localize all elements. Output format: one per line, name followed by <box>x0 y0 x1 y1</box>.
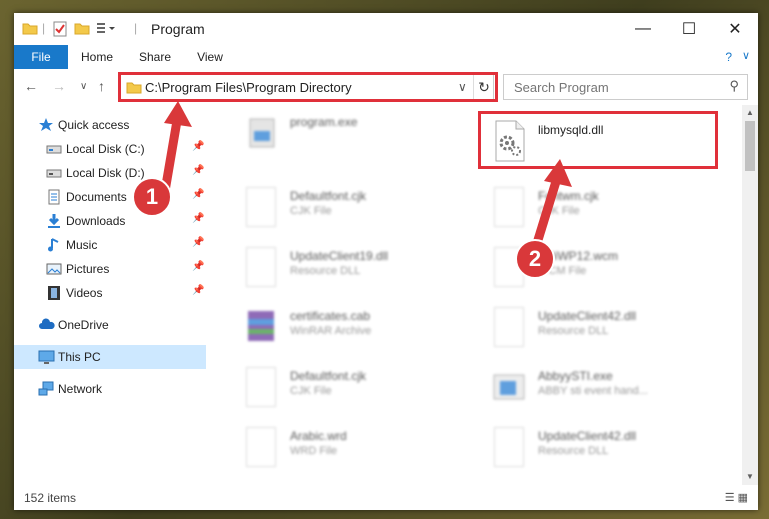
pin-icon[interactable]: 📌 <box>192 213 204 224</box>
step-1-badge: 1 <box>132 177 172 217</box>
videos-icon <box>46 285 62 301</box>
close-button[interactable]: ✕ <box>712 13 758 45</box>
pin-icon[interactable]: 📌 <box>192 285 204 296</box>
documents-icon <box>46 189 62 205</box>
sidebar-item-onedrive[interactable]: OneDrive <box>14 313 206 337</box>
view-toggle-icons[interactable]: ☰ ▦ <box>725 491 748 504</box>
sidebar-item-label: Quick access <box>58 118 130 132</box>
tab-view[interactable]: View <box>190 45 230 69</box>
expand-ribbon-icon[interactable]: ∨ <box>742 49 750 62</box>
list-item[interactable]: UpdateClient42.dll Resource DLL <box>490 427 730 487</box>
file-icon <box>242 367 282 415</box>
pc-icon <box>38 349 55 365</box>
customize-icon[interactable] <box>96 21 118 38</box>
list-item[interactable]: UpdateClient19.dll Resource DLL <box>242 247 482 307</box>
sidebar-item-this-pc[interactable]: This PC <box>14 345 206 369</box>
new-folder-icon[interactable] <box>74 21 90 38</box>
search-box[interactable]: ⚲ <box>503 74 748 100</box>
list-item[interactable]: Arabic.wrd WRD File <box>242 427 482 487</box>
forward-arrow-icon[interactable]: → <box>52 78 66 94</box>
window-title: Program <box>151 21 205 37</box>
pin-icon[interactable]: 📌 <box>192 261 204 272</box>
sidebar-item-label: Network <box>58 382 103 396</box>
sidebar-item-label: Local Disk (D:) <box>66 166 145 180</box>
list-item[interactable]: Defaultfont.cjk CJK File <box>242 187 482 247</box>
sidebar-item-network[interactable]: Network <box>14 377 206 401</box>
file-icon <box>242 427 282 475</box>
list-item[interactable]: UpdateClient42.dll Resource DLL <box>490 307 730 367</box>
sidebar-item-videos[interactable]: Videos 📌 <box>14 281 206 305</box>
maximize-button[interactable]: ☐ <box>666 13 712 45</box>
sidebar-item-label: Videos <box>66 286 103 300</box>
separator: | <box>134 21 138 35</box>
drive-icon <box>46 141 62 157</box>
up-arrow-icon[interactable]: ↑ <box>98 78 105 94</box>
search-input[interactable] <box>512 79 716 96</box>
step-2-badge: 2 <box>515 239 555 279</box>
scroll-down-icon[interactable]: ▼ <box>742 469 758 485</box>
tab-share[interactable]: Share <box>132 45 178 69</box>
archive-icon <box>242 307 282 355</box>
sidebar-item-music[interactable]: Music 📌 <box>14 233 206 257</box>
folder-icon <box>22 21 38 38</box>
sidebar-item-label: OneDrive <box>58 318 109 332</box>
list-item[interactable]: certificates.cab WinRAR Archive <box>242 307 482 367</box>
dll-gear-icon <box>490 427 530 475</box>
list-item[interactable]: AbbyySTI.exe ABBY sti event hand... <box>490 367 730 427</box>
music-icon <box>46 237 62 253</box>
star-icon <box>38 117 54 133</box>
title-bar: | | Program — ☐ ✕ <box>14 13 758 45</box>
dll-gear-icon <box>242 247 282 295</box>
file-icon <box>242 187 282 235</box>
properties-icon[interactable] <box>52 21 68 40</box>
cloud-icon <box>38 317 55 333</box>
back-arrow-icon[interactable]: ← <box>24 78 38 94</box>
scroll-up-icon[interactable]: ▲ <box>742 105 758 121</box>
scroll-thumb[interactable] <box>745 121 755 171</box>
search-icon[interactable]: ⚲ <box>729 78 739 94</box>
separator: | <box>42 21 46 35</box>
explorer-window: | | Program — ☐ ✕ File Home Share View ∨… <box>14 13 758 510</box>
drive-icon <box>46 165 62 181</box>
pictures-icon <box>46 261 62 277</box>
sidebar-item-label: Downloads <box>66 214 126 228</box>
minimize-button[interactable]: — <box>620 13 666 45</box>
sidebar-item-label: This PC <box>58 350 101 364</box>
dll-gear-icon <box>490 307 530 355</box>
network-icon <box>38 381 54 397</box>
vertical-scrollbar[interactable]: ▲ ▼ <box>742 105 758 485</box>
tab-home[interactable]: Home <box>74 45 120 69</box>
help-icon[interactable]: ? <box>725 50 732 64</box>
ribbon-tabs: File Home Share View ∨ ? <box>14 45 758 105</box>
recent-locations-icon[interactable]: ∨ <box>80 81 87 92</box>
sidebar-item-label: Local Disk (C:) <box>66 142 145 156</box>
sidebar-item-label: Pictures <box>66 262 110 276</box>
exe-icon <box>242 113 282 161</box>
list-item[interactable]: Defaultfont.cjk CJK File <box>242 367 482 427</box>
sidebar-item-downloads[interactable]: Downloads 📌 <box>14 209 206 233</box>
status-bar: 152 items ☰ ▦ <box>14 485 758 510</box>
list-item[interactable]: program.exe <box>242 113 482 173</box>
sidebar-item-label: Documents <box>66 190 127 204</box>
pin-icon[interactable]: 📌 <box>192 237 204 248</box>
sidebar-item-label: Music <box>66 238 98 252</box>
item-count: 152 items <box>24 491 77 505</box>
app-icon <box>490 367 530 415</box>
address-row: ← → ∨ ↑ C:\Program Files\Program Directo… <box>14 69 758 105</box>
downloads-icon <box>46 213 62 229</box>
sidebar-item-pictures[interactable]: Pictures 📌 <box>14 257 206 281</box>
